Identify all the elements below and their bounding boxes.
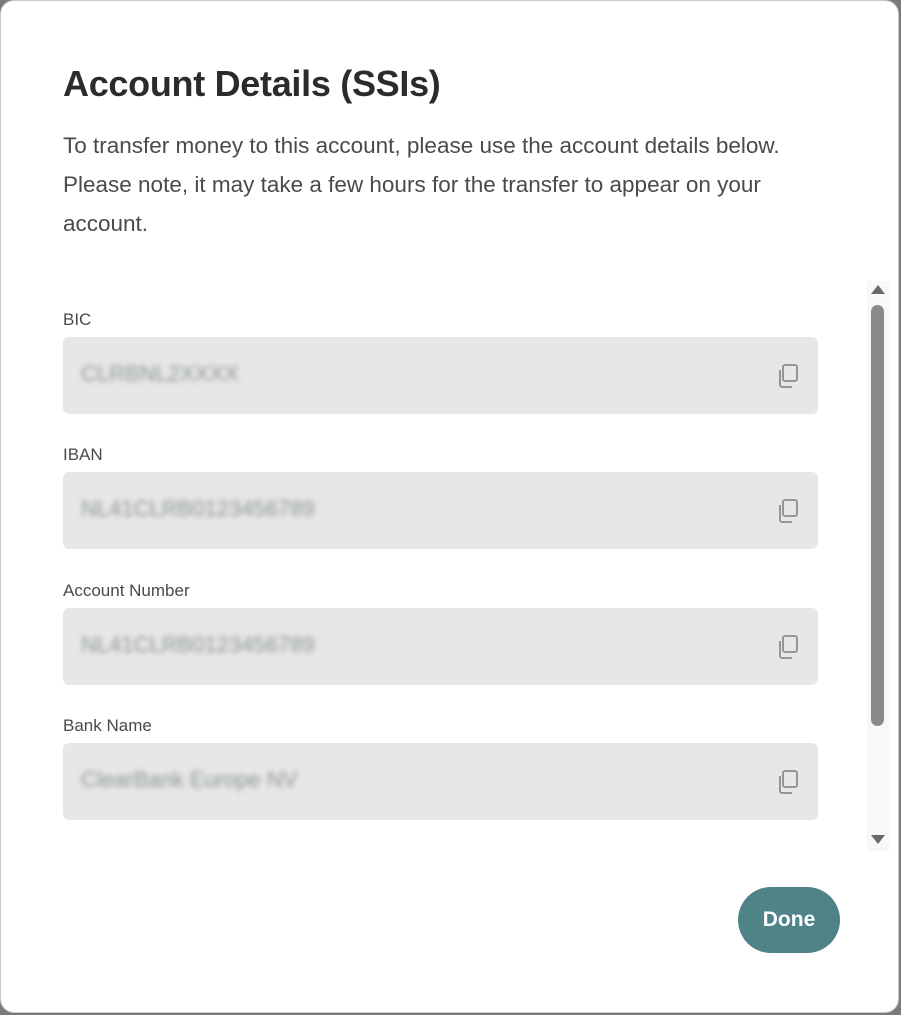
scroll-down-arrow-icon[interactable] <box>871 835 885 844</box>
copy-icon <box>779 635 798 659</box>
copy-icon <box>779 499 798 523</box>
copy-bank-name-button[interactable] <box>776 769 800 795</box>
copy-account-number-button[interactable] <box>776 634 800 660</box>
iban-value: NL41CLRB0123456789 <box>81 496 315 521</box>
bic-value: CLRBNL2XXXX <box>81 361 239 386</box>
fields-scroll-area[interactable]: BIC CLRBNL2XXXX IBAN NL41CLRB0123456789 <box>1 281 898 851</box>
account-number-field: NL41CLRB0123456789 <box>63 608 818 685</box>
copy-icon <box>779 364 798 388</box>
bank-name-label: Bank Name <box>63 716 152 735</box>
account-number-label: Account Number <box>63 581 190 600</box>
bic-label: BIC <box>63 310 92 329</box>
scroll-up-arrow-icon[interactable] <box>871 285 885 294</box>
copy-iban-button[interactable] <box>776 498 800 524</box>
bank-name-value: ClearBank Europe NV <box>81 767 298 792</box>
copy-icon <box>779 770 798 794</box>
dialog-description: To transfer money to this account, pleas… <box>63 133 780 236</box>
copy-bic-button[interactable] <box>776 363 800 389</box>
account-number-value: NL41CLRB0123456789 <box>81 632 315 657</box>
vertical-scrollbar[interactable] <box>867 281 889 851</box>
iban-label: IBAN <box>63 445 103 464</box>
dialog-title: Account Details (SSIs) <box>63 63 441 104</box>
account-details-dialog: Account Details (SSIs) To transfer money… <box>0 0 899 1013</box>
bic-field: CLRBNL2XXXX <box>63 337 818 414</box>
scrollbar-thumb[interactable] <box>871 305 884 726</box>
iban-field: NL41CLRB0123456789 <box>63 472 818 549</box>
bank-name-field: ClearBank Europe NV <box>63 743 818 820</box>
done-button[interactable]: Done <box>738 887 840 953</box>
